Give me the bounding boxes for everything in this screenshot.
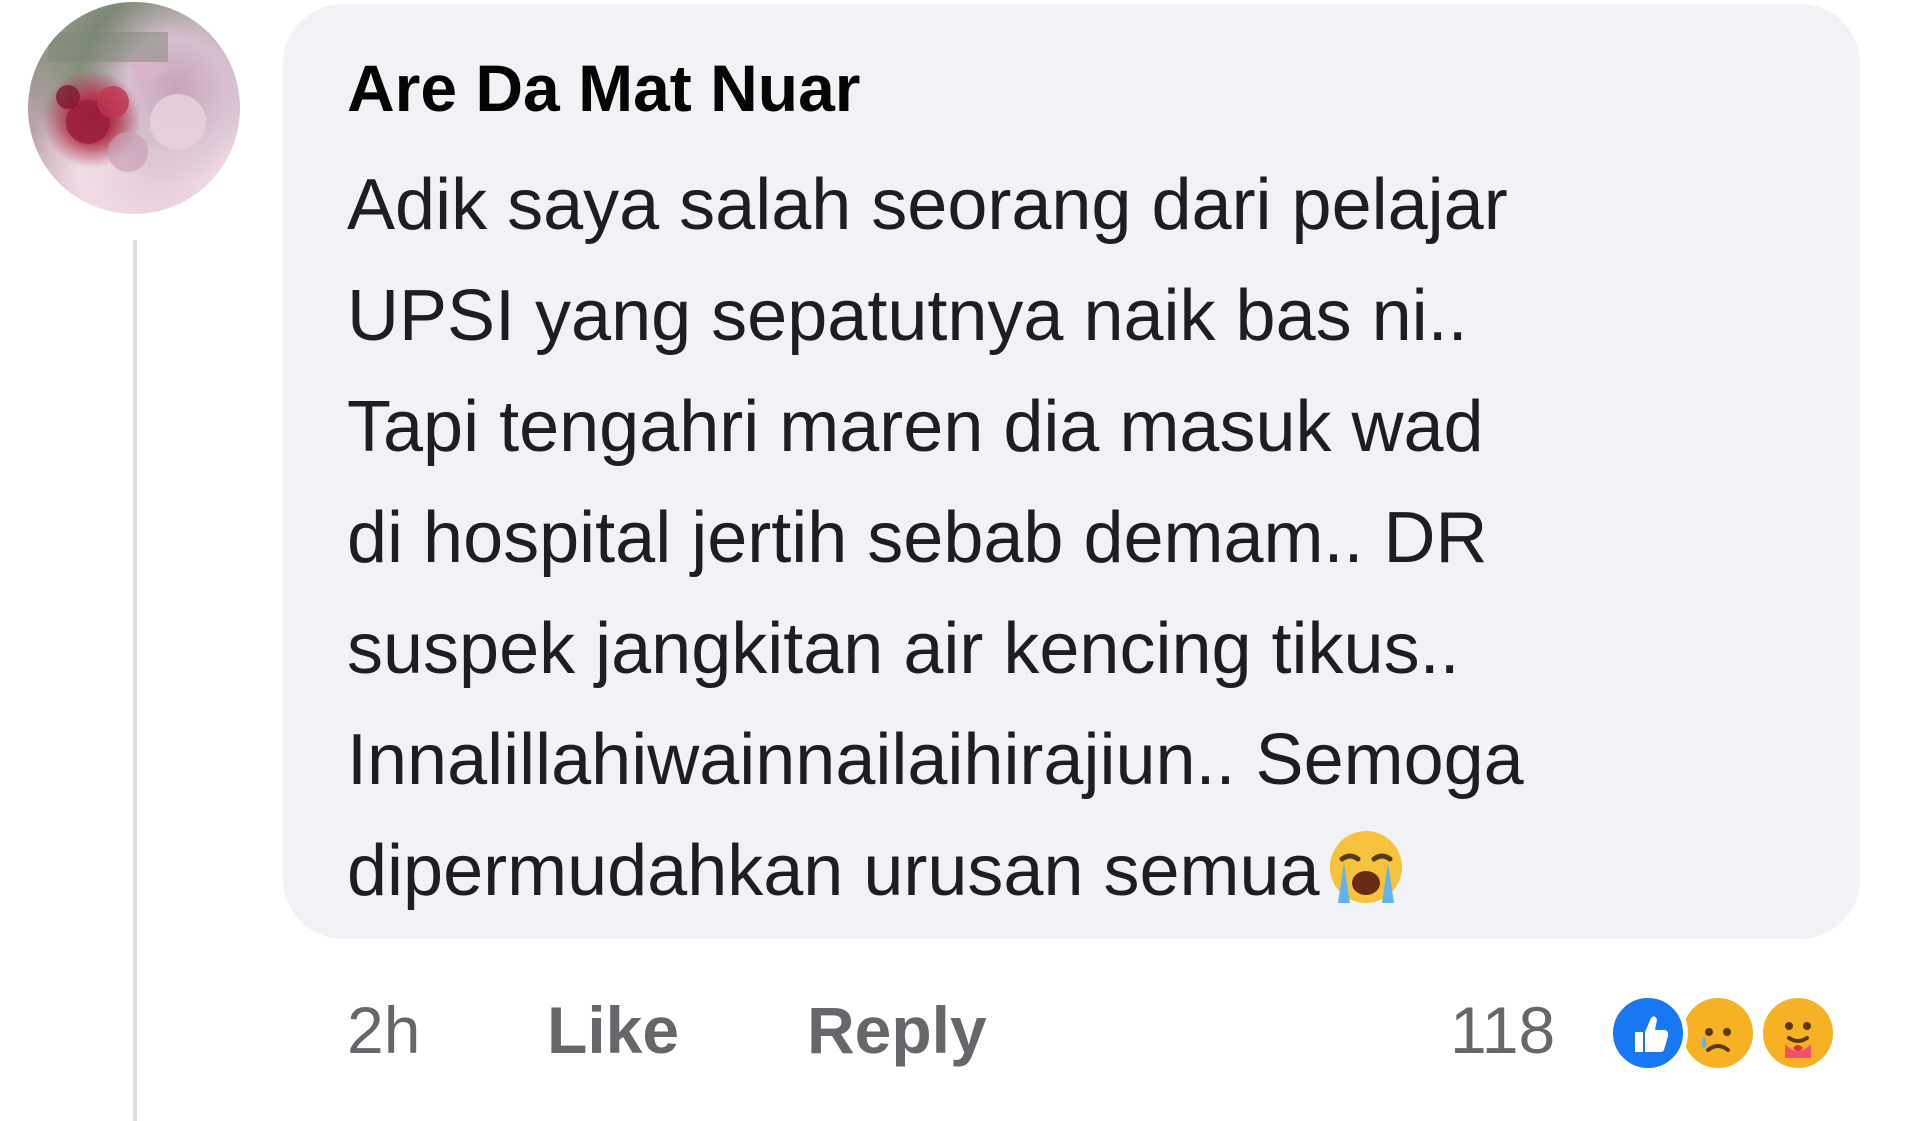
comment-line: Tapi tengahri maren dia masuk wad (347, 387, 1484, 467)
loudly-crying-face-icon (1324, 825, 1408, 941)
comment-line: di hospital jertih sebab demam.. DR (347, 498, 1488, 578)
comment-line: Adik saya salah seorang dari pelajar (347, 165, 1508, 245)
comment-line: Innalillahiwainnailaihirajiun.. Semoga (347, 720, 1524, 800)
thread-connector-line (133, 240, 137, 1121)
comment-line: suspek jangkitan air kencing tikus.. (347, 609, 1460, 689)
comment-line: UPSI yang sepatutnya naik bas ni.. (347, 276, 1468, 356)
comment-line-text: dipermudahkan urusan semua (347, 831, 1320, 911)
sad-reaction-icon (1678, 993, 1758, 1073)
comment-body: Adik saya salah seorang dari pelajar UPS… (347, 150, 1847, 941)
avatar-image (48, 32, 206, 172)
like-reaction-icon (1608, 993, 1688, 1073)
reply-button[interactable]: Reply (807, 985, 987, 1075)
comment-timestamp[interactable]: 2h (347, 985, 420, 1075)
comment-line-last: dipermudahkan urusan semua (347, 816, 1847, 941)
reaction-count: 118 (1450, 993, 1556, 1067)
avatar[interactable] (28, 2, 240, 214)
care-reaction-icon (1758, 993, 1838, 1073)
like-button[interactable]: Like (547, 985, 679, 1075)
comment-author[interactable]: Are Da Mat Nuar (347, 48, 860, 128)
reaction-icons (1608, 993, 1920, 1073)
comment-thread: Are Da Mat Nuar Adik saya salah seorang … (0, 0, 1920, 1121)
